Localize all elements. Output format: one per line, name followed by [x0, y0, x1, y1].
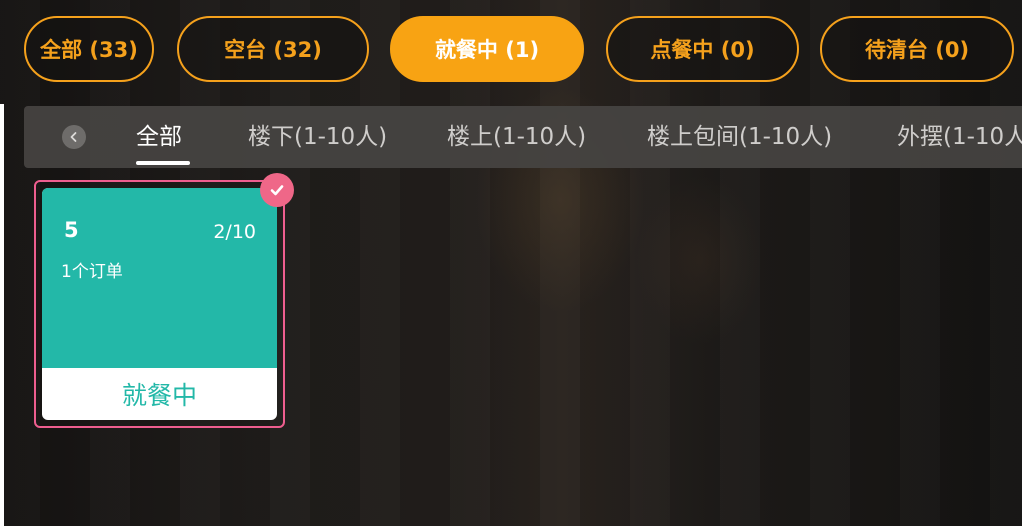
table-card-selected-frame: 5 2/10 1个订单 就餐中: [34, 180, 285, 428]
status-filter-all[interactable]: 全部 (33): [24, 16, 154, 82]
status-filter-row: 全部 (33) 空台 (32) 就餐中 (1) 点餐中 (0) 待清台 (0): [0, 0, 1022, 96]
table-order-count: 1个订单: [61, 262, 123, 282]
status-filter-to-clean[interactable]: 待清台 (0): [820, 16, 1014, 82]
tab-downstairs[interactable]: 楼下(1-10人): [248, 120, 387, 154]
status-filter-dining[interactable]: 就餐中 (1): [390, 16, 584, 82]
table-card[interactable]: 5 2/10 1个订单 就餐中: [42, 188, 277, 420]
tab-all[interactable]: 全部: [136, 120, 182, 154]
active-tab-indicator: [136, 161, 190, 165]
tab-outdoor[interactable]: 外摆(1-10人): [897, 120, 1022, 154]
check-icon: [270, 185, 284, 196]
table-status-label: 就餐中: [121, 381, 197, 410]
selected-badge: [260, 173, 294, 207]
status-filter-empty[interactable]: 空台 (32): [177, 16, 369, 82]
table-card-header: 5 2/10 1个订单: [42, 188, 277, 368]
chevron-left-icon: [70, 132, 77, 142]
status-filter-ordering[interactable]: 点餐中 (0): [606, 16, 799, 82]
table-number: 5: [64, 218, 79, 242]
left-edge-bar: [0, 104, 4, 526]
tab-upstairs-private-room[interactable]: 楼上包间(1-10人): [647, 120, 832, 154]
area-tab-bar: 全部 楼下(1-10人) 楼上(1-10人) 楼上包间(1-10人) 外摆(1-…: [24, 106, 1022, 168]
tab-upstairs[interactable]: 楼上(1-10人): [447, 120, 586, 154]
tabs-scroll-left-button[interactable]: [62, 125, 86, 149]
table-seats: 2/10: [213, 221, 256, 243]
